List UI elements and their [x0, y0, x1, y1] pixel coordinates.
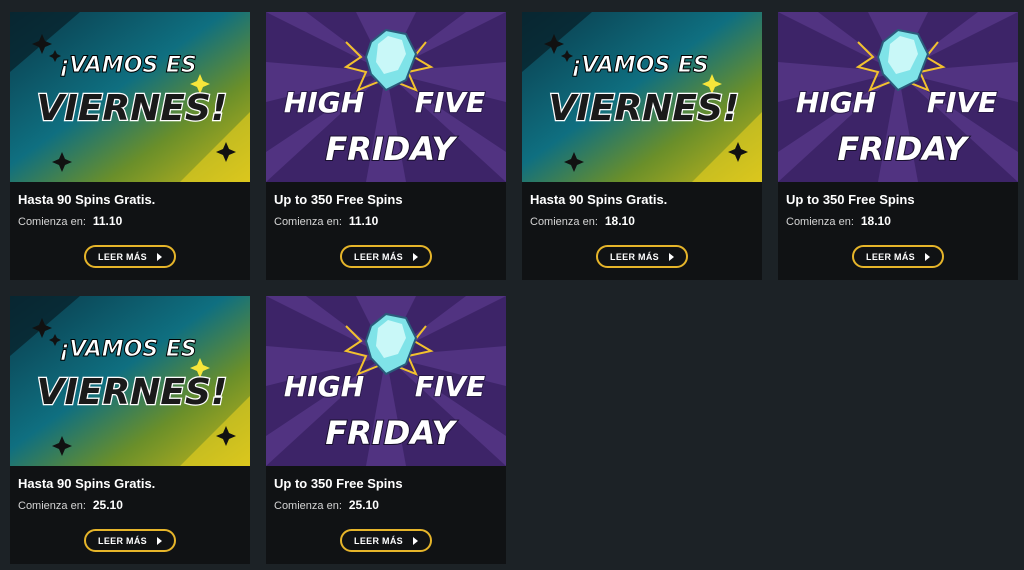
viernes-banner-image: ¡VAMOS ES VIERNES!	[10, 296, 250, 466]
start-date-value: 18.10	[860, 214, 891, 228]
highfive-banner-image: HIGH FIVE FRIDAY	[266, 12, 506, 182]
start-date-value: 25.10	[348, 498, 379, 512]
promo-card: ¡VAMOS ES VIERNES! Hasta 90 Spins Gratis…	[10, 12, 250, 280]
viernes-banner-image: ¡VAMOS ES VIERNES!	[522, 12, 762, 182]
start-date-row: Comienza en: 11.10	[274, 214, 498, 228]
promo-banner-viernes[interactable]: ¡VAMOS ES VIERNES!	[10, 12, 250, 182]
read-more-label: LEER MÁS	[98, 535, 147, 546]
svg-text:¡VAMOS ES: ¡VAMOS ES	[59, 53, 197, 78]
start-date-label: Comienza en:	[530, 216, 598, 228]
promo-card: ¡VAMOS ES VIERNES! Hasta 90 Spins Gratis…	[522, 12, 762, 280]
promo-banner-highfive[interactable]: HIGH FIVE FRIDAY	[778, 12, 1018, 182]
svg-text:FIVE: FIVE	[415, 86, 485, 119]
read-more-label: LEER MÁS	[98, 251, 147, 262]
viernes-banner-image: ¡VAMOS ES VIERNES!	[10, 12, 250, 182]
play-arrow-icon	[412, 252, 418, 261]
start-date-value: 25.10	[92, 498, 123, 512]
svg-text:¡VAMOS ES: ¡VAMOS ES	[59, 337, 197, 362]
read-more-button[interactable]: LEER MÁS	[84, 529, 176, 552]
svg-text:FIVE: FIVE	[927, 86, 997, 119]
svg-text:HIGH: HIGH	[284, 370, 364, 403]
promotions-grid: ¡VAMOS ES VIERNES! Hasta 90 Spins Gratis…	[10, 12, 1018, 564]
play-arrow-icon	[156, 252, 162, 261]
start-date-row: Comienza en: 11.10	[18, 214, 242, 228]
read-more-button[interactable]: LEER MÁS	[340, 529, 432, 552]
start-date-row: Comienza en: 18.10	[530, 214, 754, 228]
promo-card: HIGH FIVE FRIDAY Up to 350 Free Spins Co…	[266, 296, 506, 564]
svg-text:FRIDAY: FRIDAY	[325, 130, 457, 168]
start-date-row: Comienza en: 25.10	[18, 498, 242, 512]
promo-title: Up to 350 Free Spins	[274, 476, 403, 491]
promo-card: HIGH FIVE FRIDAY Up to 350 Free Spins Co…	[778, 12, 1018, 280]
read-more-button[interactable]: LEER MÁS	[852, 245, 944, 268]
read-more-label: LEER MÁS	[354, 251, 403, 262]
promo-banner-viernes[interactable]: ¡VAMOS ES VIERNES!	[522, 12, 762, 182]
promo-title: Up to 350 Free Spins	[786, 192, 915, 207]
promo-banner-highfive[interactable]: HIGH FIVE FRIDAY	[266, 296, 506, 466]
read-more-button[interactable]: LEER MÁS	[340, 245, 432, 268]
read-more-label: LEER MÁS	[866, 251, 915, 262]
start-date-label: Comienza en:	[274, 500, 342, 512]
play-arrow-icon	[412, 536, 418, 545]
svg-text:FIVE: FIVE	[415, 370, 485, 403]
highfive-banner-image: HIGH FIVE FRIDAY	[266, 296, 506, 466]
svg-text:¡VAMOS ES: ¡VAMOS ES	[571, 53, 709, 78]
read-more-button[interactable]: LEER MÁS	[596, 245, 688, 268]
promo-card: ¡VAMOS ES VIERNES! Hasta 90 Spins Gratis…	[10, 296, 250, 564]
svg-text:VIERNES!: VIERNES!	[37, 372, 228, 413]
svg-text:FRIDAY: FRIDAY	[325, 414, 457, 452]
start-date-label: Comienza en:	[18, 216, 86, 228]
start-date-label: Comienza en:	[274, 216, 342, 228]
start-date-value: 18.10	[604, 214, 635, 228]
read-more-label: LEER MÁS	[354, 535, 403, 546]
promo-title: Hasta 90 Spins Gratis.	[530, 192, 668, 207]
read-more-label: LEER MÁS	[610, 251, 659, 262]
start-date-value: 11.10	[92, 214, 123, 228]
promo-card: HIGH FIVE FRIDAY Up to 350 Free Spins Co…	[266, 12, 506, 280]
promo-title: Hasta 90 Spins Gratis.	[18, 192, 156, 207]
svg-text:FRIDAY: FRIDAY	[837, 130, 969, 168]
promo-banner-viernes[interactable]: ¡VAMOS ES VIERNES!	[10, 296, 250, 466]
svg-text:VIERNES!: VIERNES!	[549, 88, 740, 129]
start-date-label: Comienza en:	[786, 216, 854, 228]
start-date-row: Comienza en: 18.10	[786, 214, 1010, 228]
read-more-button[interactable]: LEER MÁS	[84, 245, 176, 268]
play-arrow-icon	[924, 252, 930, 261]
svg-text:HIGH: HIGH	[796, 86, 876, 119]
svg-text:HIGH: HIGH	[284, 86, 364, 119]
start-date-label: Comienza en:	[18, 500, 86, 512]
promo-banner-highfive[interactable]: HIGH FIVE FRIDAY	[266, 12, 506, 182]
promo-title: Up to 350 Free Spins	[274, 192, 403, 207]
svg-text:VIERNES!: VIERNES!	[37, 88, 228, 129]
play-arrow-icon	[668, 252, 674, 261]
promo-title: Hasta 90 Spins Gratis.	[18, 476, 156, 491]
highfive-banner-image: HIGH FIVE FRIDAY	[778, 12, 1018, 182]
play-arrow-icon	[156, 536, 162, 545]
start-date-row: Comienza en: 25.10	[274, 498, 498, 512]
start-date-value: 11.10	[348, 214, 379, 228]
